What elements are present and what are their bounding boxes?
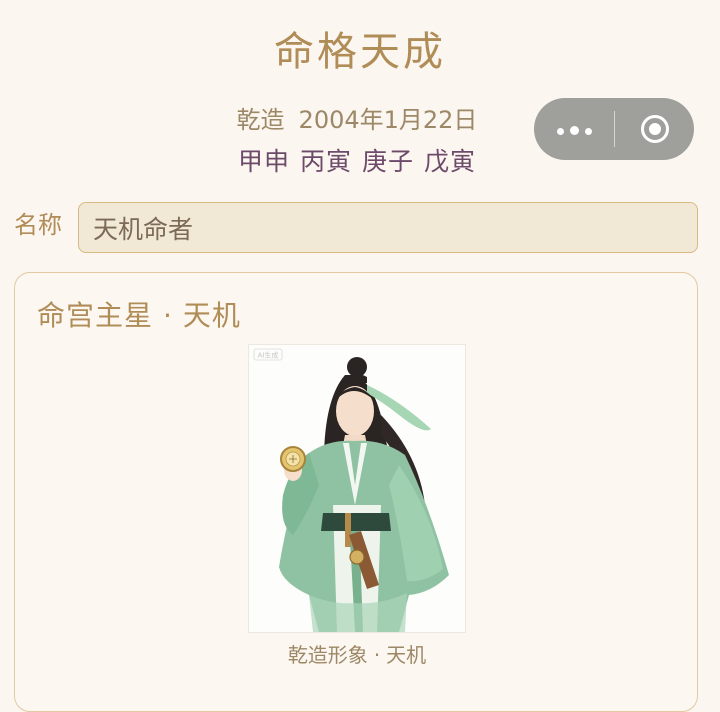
more-dots-icon — [554, 120, 595, 139]
pillar-year: 甲申 — [237, 147, 290, 176]
main-star-card: 命宫主星 · 天机 AI生成 乾造形象 · 天机 — [14, 272, 698, 712]
character-portrait: AI生成 — [249, 345, 465, 632]
miniprogram-capsule — [534, 98, 694, 160]
birth-date: 2004年1月22日 — [298, 106, 478, 134]
target-ring-icon — [640, 115, 669, 143]
main-star-name: 天机 — [182, 299, 241, 332]
pillar-hour: 戊寅 — [424, 147, 477, 176]
page-title: 命格天成 — [274, 29, 446, 75]
caption-prefix: 乾造形象 — [287, 643, 368, 667]
caption-star: 天机 — [386, 643, 427, 667]
card-title: 命宫主星 · 天机 — [37, 297, 241, 335]
gender-label: 乾造 — [236, 106, 285, 134]
card-title-prefix: 命宫主星 — [37, 299, 154, 332]
pillar-month: 丙寅 — [299, 147, 352, 176]
more-button[interactable] — [534, 98, 614, 160]
caption-separator: · — [373, 643, 381, 667]
portrait-caption: 乾造形象 · 天机 — [15, 641, 699, 669]
pillar-day: 庚子 — [362, 147, 415, 176]
close-button[interactable] — [615, 98, 694, 160]
title-separator: · — [163, 299, 173, 332]
ai-watermark: AI生成 — [258, 351, 279, 360]
name-label: 名称 — [14, 211, 62, 239]
name-input[interactable] — [78, 202, 698, 253]
